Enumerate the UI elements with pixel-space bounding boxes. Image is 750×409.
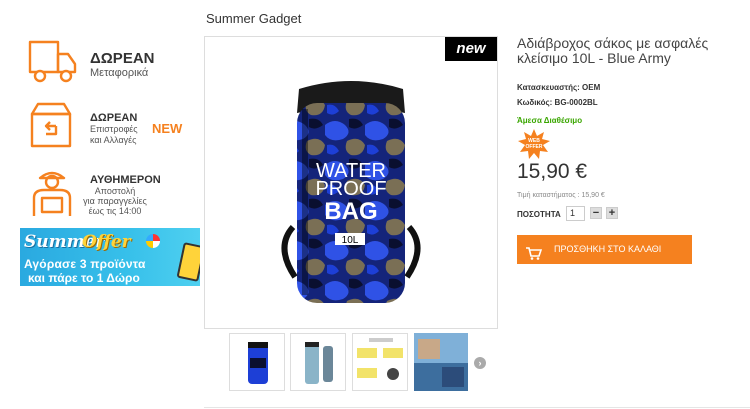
product-price: 15,90 € [517,160,588,183]
free-shipping-subtitle: Μεταφορικά [90,67,149,79]
quantity-label: ΠΟΣΟΤΗΤΑ [517,210,561,219]
truck-icon [28,38,78,91]
web-offer-starburst-icon: WEB OFFER [517,129,551,164]
return-box-icon [28,100,74,155]
same-day-feature: ΑΥΘΗΜΕΡΟΝ Αποστολή για παραγγελίες έως τ… [20,168,200,232]
banner-title-offer: Offer [82,232,131,252]
product-title: Αδιάβροχος σάκος με ασφαλές κλείσιμο 10L… [517,35,709,66]
cart-icon [526,243,543,272]
beach-ball-icon [146,234,160,248]
same-day-title: ΑΥΘΗΜΕΡΟΝ [90,174,161,186]
bag-capacity-label: 10L [342,235,359,246]
add-to-cart-label: ΠΡΟΣΘΗΚΗ ΣΤΟ ΚΑΛΑΘΙ [554,244,662,254]
thumbnail-bag-front[interactable] [229,333,285,391]
free-returns-feature: ΔΩΡΕΑΝ Επιστροφές και Αλλαγές NEW [20,100,200,164]
quantity-decrease-button[interactable]: − [590,207,602,219]
chevron-right-icon[interactable]: › [474,357,486,369]
new-product-badge: new [445,37,497,61]
free-shipping-feature: ΔΩΡΕΑΝ Μεταφορικά [20,38,200,102]
product-code: Κωδικός: BG-0002BL [517,98,598,107]
store-price: Τιμή καταστήματος : 15,90 € [517,192,605,199]
add-to-cart-button[interactable]: ΠΡΟΣΘΗΚΗ ΣΤΟ ΚΑΛΑΘΙ [517,235,692,264]
same-day-line3: έως τις 14:00 [88,206,142,216]
quantity-input[interactable]: 1 [566,206,585,221]
offer-badge-line2: OFFER [526,144,543,150]
quantity-increase-button[interactable]: + [606,207,618,219]
bag-text-bag: BAG [324,198,377,225]
bag-text-proof: PROOF [315,178,386,200]
phone-icon [176,242,200,282]
banner-line2: και πάρε το 1 Δώρο [28,271,140,285]
summer-offer-banner[interactable]: Summer Offer Αγόρασε 3 προϊόντα και πάρε… [20,228,200,286]
free-shipping-title: ΔΩΡΕΑΝ [90,50,155,67]
manufacturer: Κατασκευαστής: OEM [517,83,601,92]
thumbnail-strip: › [222,333,492,393]
thumbnail-bag-side[interactable] [290,333,346,391]
courier-icon [28,168,76,225]
new-badge-label: NEW [152,121,183,136]
availability-status: Άμεσα Διαθέσιμο [517,116,583,125]
free-returns-subtitle-line2: και Αλλαγές [90,135,137,145]
banner-line1: Αγόρασε 3 προϊόντα [24,257,146,271]
thumbnail-bag-features[interactable] [352,333,408,391]
thumbnail-bag-lifestyle[interactable] [414,333,468,391]
divider [204,407,750,408]
free-returns-subtitle-line1: Επιστροφές [90,124,138,134]
product-category[interactable]: Summer Gadget [206,11,301,26]
dry-bag-illustration: WATER PROOF BAG 10L [281,81,421,303]
free-returns-title: ΔΩΡΕΑΝ [90,112,138,124]
main-product-image[interactable]: WATER PROOF BAG 10L new [204,36,498,329]
